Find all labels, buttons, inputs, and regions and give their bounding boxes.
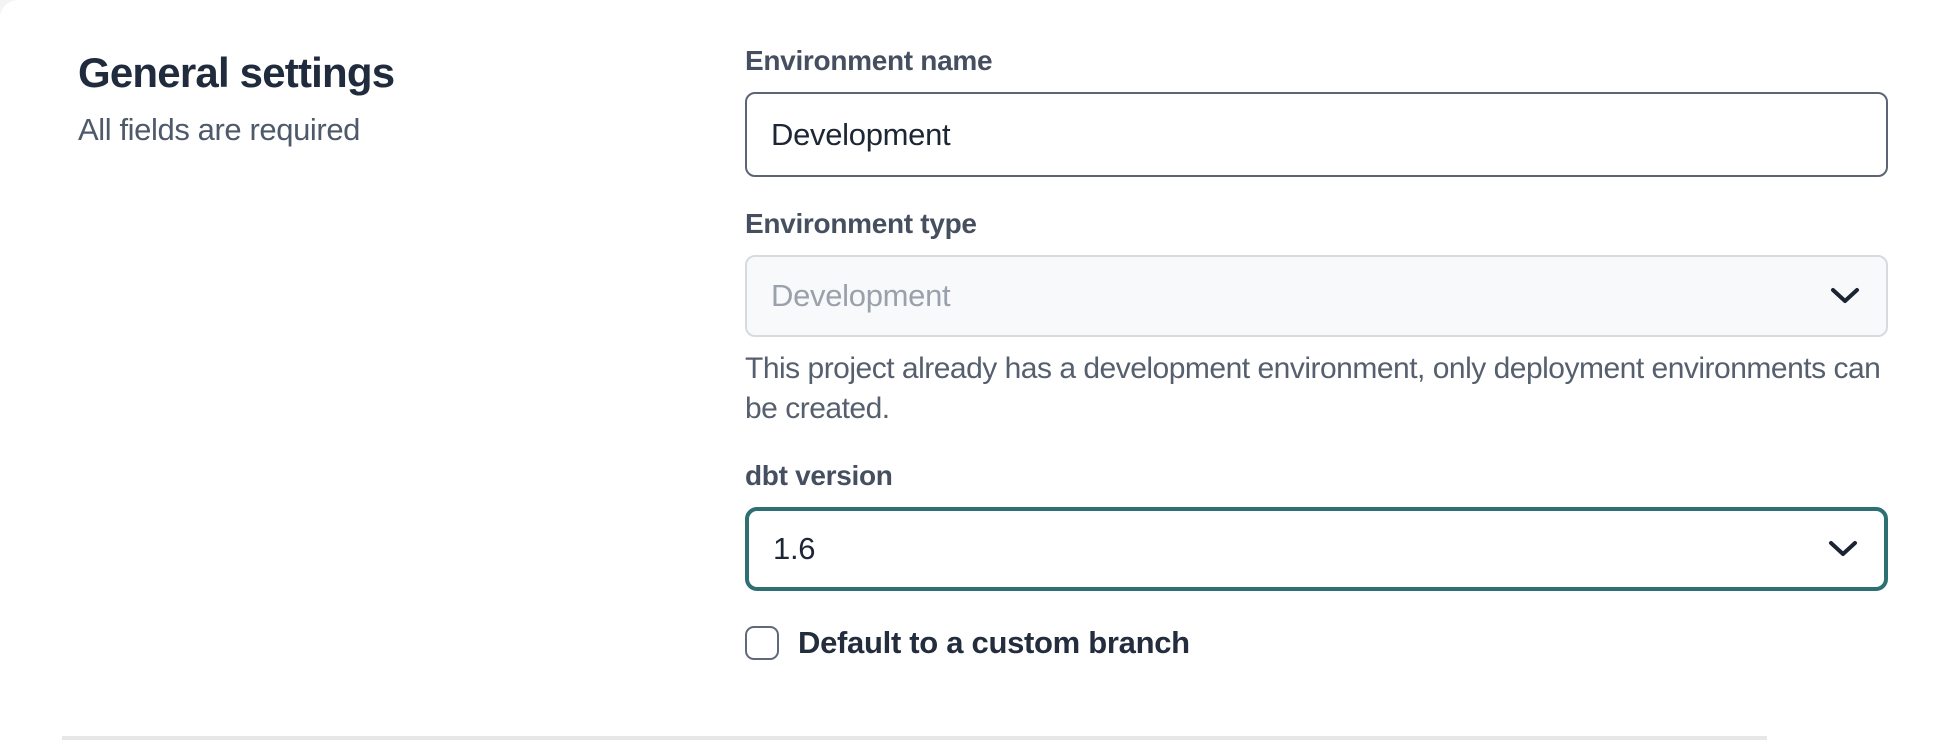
chevron-down-icon — [1828, 540, 1858, 558]
dbt-version-select[interactable]: 1.6 — [745, 507, 1888, 591]
general-settings-section: General settings All fields are required… — [0, 0, 1958, 661]
environment-type-helper-text: This project already has a development e… — [745, 349, 1888, 429]
settings-card: General settings All fields are required… — [0, 0, 1958, 740]
environment-name-label: Environment name — [745, 44, 1888, 78]
environment-type-value: Development — [771, 278, 950, 314]
section-divider — [62, 736, 1767, 740]
settings-form: Environment name Environment type Develo… — [745, 0, 1888, 661]
page-subtitle: All fields are required — [78, 112, 705, 148]
custom-branch-label[interactable]: Default to a custom branch — [798, 625, 1190, 661]
dbt-version-label: dbt version — [745, 459, 1888, 493]
environment-type-label: Environment type — [745, 207, 1888, 241]
section-intro: General settings All fields are required — [0, 0, 745, 148]
dbt-version-value: 1.6 — [773, 531, 815, 567]
environment-type-select[interactable]: Development — [745, 255, 1888, 337]
environment-name-input[interactable] — [745, 92, 1888, 177]
chevron-down-icon — [1830, 287, 1860, 305]
custom-branch-row: Default to a custom branch — [745, 625, 1888, 661]
custom-branch-checkbox[interactable] — [745, 626, 779, 660]
page-title: General settings — [78, 50, 705, 96]
